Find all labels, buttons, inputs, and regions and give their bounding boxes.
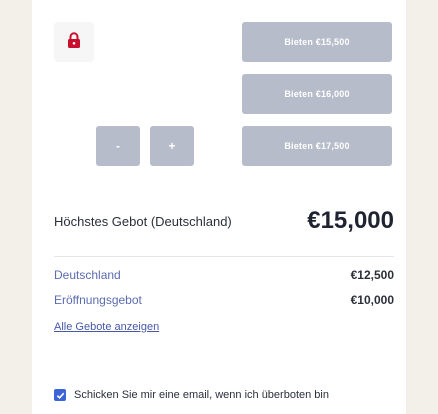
outbid-notification-option[interactable]: Schicken Sie mir eine email, wenn ich üb…: [54, 385, 400, 405]
outbid-notification-checkbox[interactable]: [54, 389, 66, 401]
decrement-button[interactable]: -: [96, 126, 140, 166]
bid-row-value: €10,000: [350, 293, 394, 307]
bid-button-17500[interactable]: Bieten €17,500: [242, 126, 392, 166]
bid-row-label: Deutschland: [54, 268, 121, 282]
bid-button-16000[interactable]: Bieten €16,000: [242, 74, 392, 114]
bid-button-15500[interactable]: Bieten €15,500: [242, 22, 392, 62]
highest-bid-amount: €15,000: [307, 207, 394, 234]
bid-row-germany: Deutschland €12,500: [54, 266, 394, 284]
check-icon: [56, 392, 64, 399]
show-all-bids-link[interactable]: Alle Gebote anzeigen: [54, 321, 159, 333]
lock-icon: [67, 31, 81, 53]
bid-panel: Bieten €15,500 Bieten €16,000 Bieten €17…: [32, 0, 406, 414]
bid-row-opening: Eröffnungsgebot €10,000: [54, 291, 394, 309]
highest-bid-row: Höchstes Gebot (Deutschland) €15,000: [54, 203, 394, 239]
lock-badge: [54, 22, 94, 62]
divider: [54, 256, 394, 257]
bid-row-label: Eröffnungsgebot: [54, 293, 142, 307]
outbid-notification-label: Schicken Sie mir eine email, wenn ich üb…: [74, 389, 329, 401]
highest-bid-label: Höchstes Gebot (Deutschland): [54, 213, 232, 229]
increment-button[interactable]: +: [150, 126, 194, 166]
bid-row-value: €12,500: [350, 268, 394, 282]
